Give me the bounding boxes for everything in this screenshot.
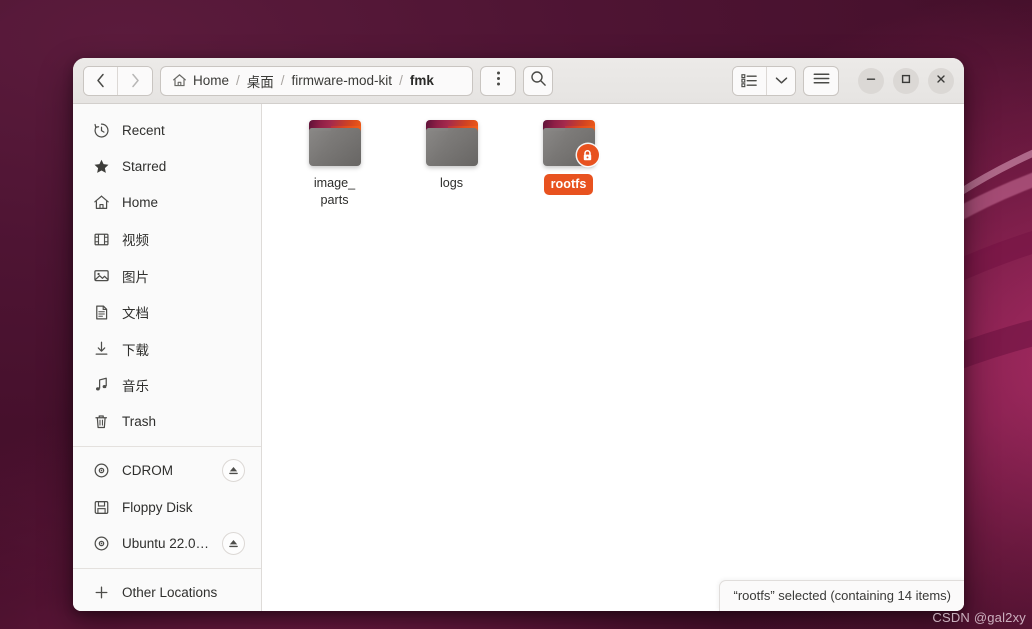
icon-grid: image_ parts logs rootfs [262, 104, 964, 219]
star-icon [93, 158, 110, 175]
breadcrumb-separator: / [399, 73, 403, 88]
sidebar-item-label: Floppy Disk [122, 499, 193, 515]
list-view-icon[interactable] [733, 66, 767, 95]
music-note-icon [93, 376, 110, 393]
three-dots-vertical-icon [496, 70, 501, 92]
search-icon [530, 70, 547, 92]
navigation-button-group [83, 65, 153, 96]
forward-button[interactable] [118, 66, 152, 95]
sidebar-item-home[interactable]: Home [79, 185, 255, 221]
folder-icon [306, 118, 364, 168]
eject-button[interactable] [222, 531, 245, 555]
sidebar-item-downloads[interactable]: 下载 [79, 330, 255, 366]
sidebar-item-label: Trash [122, 413, 157, 429]
plus-icon [93, 584, 110, 601]
sidebar-item-floppy-disk[interactable]: Floppy Disk [79, 489, 255, 525]
breadcrumb: Home / 桌面 / firmware-mod-kit / fmk [160, 65, 473, 96]
breadcrumb-item-firmware-mod-kit[interactable]: firmware-mod-kit [292, 73, 393, 88]
sidebar-divider [73, 445, 261, 447]
eject-button[interactable] [222, 459, 245, 483]
sidebar-item-label: 音乐 [122, 378, 149, 394]
folder-icon [540, 118, 599, 168]
chevron-down-icon[interactable] [767, 66, 795, 95]
sidebar-item-ubuntu-iso[interactable]: Ubuntu 22.0… [79, 525, 255, 561]
sidebar-item-music[interactable]: 音乐 [79, 367, 255, 403]
home-icon [172, 73, 187, 88]
sidebar-item-label: Other Locations [122, 585, 218, 601]
sidebar-item-starred[interactable]: Starred [79, 148, 255, 184]
clock-icon [93, 122, 110, 139]
menu-button[interactable] [480, 65, 516, 96]
sidebar-item-pictures[interactable]: 图片 [79, 258, 255, 294]
hamburger-menu-button[interactable] [803, 65, 839, 96]
breadcrumb-item-desktop[interactable]: 桌面 [247, 71, 274, 91]
window-controls [858, 67, 954, 94]
file-list-view[interactable]: image_ parts logs rootfs “rootfs” select… [262, 104, 964, 611]
breadcrumb-item-fmk[interactable]: fmk [410, 73, 434, 88]
breadcrumb-separator: / [280, 73, 285, 88]
sidebar-divider [73, 567, 261, 569]
maximize-button[interactable] [893, 67, 919, 94]
close-icon [935, 73, 947, 88]
folder-icon [423, 118, 481, 168]
sidebar-item-documents[interactable]: 文档 [79, 294, 255, 330]
search-button[interactable] [523, 65, 553, 96]
sidebar-item-cdrom[interactable]: CDROM [79, 452, 255, 488]
minimize-button[interactable] [858, 67, 884, 94]
file-item-label: image_ parts [313, 176, 356, 208]
sidebar-item-other-locations[interactable]: Other Locations [79, 575, 255, 611]
file-item-rootfs[interactable]: rootfs [510, 112, 627, 219]
desktop: Home / 桌面 / firmware-mod-kit / fmk Recen… [0, 0, 1032, 629]
file-item-logs[interactable]: logs [393, 112, 510, 219]
chevron-left-icon [95, 73, 106, 88]
sidebar: Recent Starred Home 视频 图片 文档 下载 音乐 Trash… [73, 104, 262, 611]
breadcrumb-separator: / [236, 73, 240, 88]
file-item-label: rootfs [543, 174, 594, 196]
sidebar-item-label: 视频 [122, 233, 149, 249]
sidebar-item-label: CDROM [122, 463, 173, 479]
sidebar-item-label: Recent [122, 122, 165, 138]
disc-icon [93, 462, 110, 479]
sidebar-item-label: 图片 [122, 269, 149, 285]
status-bar: “rootfs” selected (containing 14 items) [718, 580, 964, 611]
file-item-image-parts[interactable]: image_ parts [276, 112, 393, 219]
lock-icon [576, 144, 599, 166]
sidebar-item-recent[interactable]: Recent [79, 112, 255, 148]
hamburger-menu-icon [813, 72, 830, 90]
sidebar-item-trash[interactable]: Trash [79, 403, 255, 439]
chevron-right-icon [130, 73, 141, 88]
image-icon [93, 267, 110, 284]
window-headerbar: Home / 桌面 / firmware-mod-kit / fmk [73, 58, 964, 104]
file-item-label: logs [439, 176, 464, 190]
breadcrumb-item-home[interactable]: Home [193, 73, 229, 88]
floppy-icon [93, 499, 110, 516]
document-icon [93, 304, 110, 321]
sidebar-item-label: 下载 [122, 342, 149, 358]
files-window: Home / 桌面 / firmware-mod-kit / fmk Recen… [73, 58, 964, 611]
home-icon [93, 194, 110, 211]
sidebar-item-label: Starred [122, 159, 167, 175]
sidebar-item-label: 文档 [122, 306, 149, 322]
minimize-icon [865, 73, 877, 88]
view-mode-group [732, 65, 796, 96]
window-body: Recent Starred Home 视频 图片 文档 下载 音乐 Trash… [73, 104, 964, 611]
close-button[interactable] [928, 67, 954, 94]
back-button[interactable] [84, 66, 118, 95]
maximize-icon [900, 73, 912, 88]
trash-icon [93, 413, 110, 430]
film-icon [93, 231, 110, 248]
sidebar-item-label: Ubuntu 22.0… [122, 535, 210, 551]
sidebar-item-label: Home [122, 195, 159, 211]
disc-icon [93, 535, 110, 552]
download-icon [93, 340, 110, 357]
sidebar-item-videos[interactable]: 视频 [79, 221, 255, 257]
